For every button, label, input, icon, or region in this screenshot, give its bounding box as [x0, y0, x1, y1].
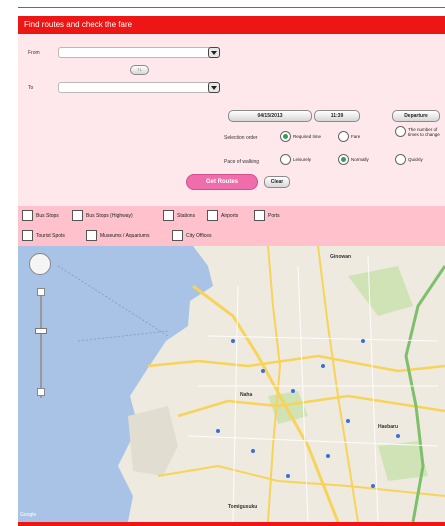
order-changes-label: The number of times to change — [408, 126, 440, 137]
checkbox[interactable] — [72, 210, 83, 221]
map-place-naha: Naha — [240, 392, 253, 398]
zoom-out-icon[interactable] — [37, 388, 45, 396]
checkbox[interactable] — [172, 230, 183, 241]
pan-control-icon[interactable] — [29, 253, 51, 275]
chevron-down-icon[interactable] — [208, 82, 220, 93]
pace-quickly-label: Quickly — [408, 157, 423, 162]
bottom-bar — [18, 522, 445, 526]
filter-bus-stops[interactable]: Bus Stops — [22, 210, 59, 221]
filter-stations[interactable]: Stations — [163, 210, 195, 221]
checkbox[interactable] — [254, 210, 265, 221]
radio-dot — [395, 154, 406, 165]
filter-label: Bus Stops — [36, 212, 59, 219]
filter-label: Ports — [268, 212, 280, 219]
order-required-time-label: Required time — [293, 134, 322, 139]
radio-dot — [338, 154, 349, 165]
filter-airports[interactable]: Airports — [207, 210, 238, 221]
zoom-handle[interactable] — [35, 328, 47, 334]
panel-title: Find routes and check the fare — [18, 16, 445, 34]
checkbox[interactable] — [22, 230, 33, 241]
departure-select[interactable]: Departure — [392, 110, 440, 122]
route-map[interactable]: Ginowan Naha Haebaru Tomigusuku Google — [18, 246, 445, 522]
route-search-panel: From ↑↓ To 04/15/2013 11:39 Departure Se… — [18, 34, 445, 206]
selection-order-label: Selection order — [224, 135, 258, 141]
checkbox[interactable] — [207, 210, 218, 221]
map-place-tomigusuku: Tomigusuku — [228, 504, 258, 510]
filter-label: Tourist Spots — [36, 232, 65, 239]
radio-dot — [280, 131, 291, 142]
map-place-haebaru: Haebaru — [378, 424, 399, 430]
map-attribution: Google — [20, 512, 37, 518]
order-changes-radio[interactable]: The number of times to change — [395, 126, 445, 137]
pace-quickly-radio[interactable]: Quickly — [395, 154, 441, 165]
radio-dot — [395, 126, 406, 137]
filter-ports[interactable]: Ports — [254, 210, 280, 221]
filter-bus-stops-highway[interactable]: Bus Stops (Highway) — [72, 210, 133, 221]
date-field[interactable]: 04/15/2013 — [228, 110, 312, 122]
filter-tourist-spots[interactable]: Tourist Spots — [22, 230, 65, 241]
filter-label: Stations — [177, 212, 196, 219]
from-label: From — [28, 50, 40, 56]
radio-dot — [338, 131, 349, 142]
filter-museums-aquariums[interactable]: Museums / Aquariums — [86, 230, 149, 241]
order-fare-radio[interactable]: Fare — [338, 131, 368, 142]
filter-label: Bus Stops (Highway) — [86, 212, 133, 219]
to-select[interactable] — [58, 82, 220, 93]
filter-label: City Offices — [186, 232, 212, 239]
pace-normally-radio[interactable]: Normally — [338, 154, 390, 165]
checkbox[interactable] — [86, 230, 97, 241]
zoom-in-icon[interactable] — [37, 288, 45, 296]
filter-label: Airports — [221, 212, 239, 219]
checkbox[interactable] — [22, 210, 33, 221]
filter-city-offices[interactable]: City Offices — [172, 230, 211, 241]
pace-label: Pace of walking — [224, 159, 260, 165]
from-select[interactable] — [58, 47, 220, 58]
pace-normally-label: Normally — [351, 157, 369, 162]
to-label: To — [28, 85, 34, 91]
checkbox[interactable] — [163, 210, 174, 221]
pace-leisurely-label: Leisurely — [293, 157, 312, 162]
pace-leisurely-radio[interactable]: Leisurely — [280, 154, 332, 165]
chevron-down-icon[interactable] — [208, 47, 220, 58]
radio-dot — [280, 154, 291, 165]
filter-label: Museums / Aquariums — [100, 232, 150, 239]
get-routes-button[interactable]: Get Routes — [186, 174, 258, 190]
map-place-ginowan: Ginowan — [330, 254, 352, 260]
top-rule — [18, 7, 445, 8]
order-fare-label: Fare — [351, 134, 361, 139]
clear-button[interactable]: Clear — [264, 176, 290, 188]
map-canvas — [57, 246, 445, 522]
swap-button[interactable]: ↑↓ — [130, 65, 149, 75]
order-required-time-radio[interactable]: Required time — [280, 131, 326, 142]
zoom-slider[interactable] — [40, 290, 42, 398]
poi-filter-bar: Bus Stops Bus Stops (Highway) Stations A… — [18, 206, 445, 246]
time-field[interactable]: 11:39 — [314, 110, 360, 122]
